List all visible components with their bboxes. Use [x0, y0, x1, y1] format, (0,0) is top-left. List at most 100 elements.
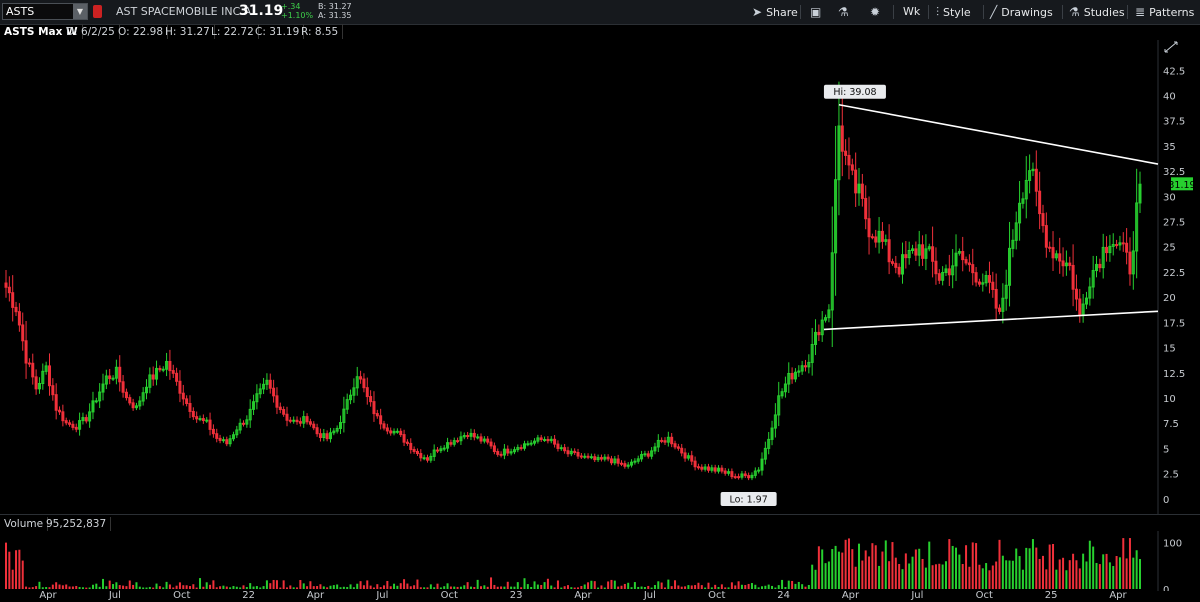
price-tick-label: 30	[1163, 192, 1176, 203]
candle-body	[683, 452, 687, 459]
time-axis[interactable]: Apr Jul Oct 22 Apr Jul Oct 23 Apr Jul Oct 24 Apr Jul O…	[0, 588, 1200, 602]
candle-body	[506, 448, 510, 454]
candle-body	[987, 275, 991, 283]
candle-body	[706, 466, 710, 471]
volume-value: 95,252,837	[42, 517, 112, 531]
pane-divider[interactable]	[0, 514, 1200, 515]
volume-bar	[904, 553, 907, 589]
candle-body	[272, 387, 276, 397]
candle-body	[680, 447, 684, 454]
candle-body	[991, 281, 995, 290]
candle-body	[696, 466, 700, 469]
candle-body	[211, 428, 215, 435]
volume-bar	[1122, 538, 1125, 589]
price-tick-label: 0	[1163, 495, 1169, 506]
candle-body	[971, 264, 975, 274]
volume-bar	[11, 569, 14, 589]
candle-body	[288, 419, 292, 422]
low-label-text: Lo: 1.97	[729, 495, 767, 506]
candle-body	[496, 451, 500, 455]
gear-icon: ✹	[870, 5, 881, 19]
aggregation-button[interactable]: Wk	[903, 4, 920, 20]
candle-body	[405, 441, 409, 444]
candle-body	[543, 439, 547, 442]
candle-body	[58, 409, 62, 413]
chevron-down-icon[interactable]: ▼	[73, 4, 87, 19]
candle-body	[492, 445, 496, 453]
share-button[interactable]: ➤ Share	[752, 4, 798, 20]
candle-body	[860, 183, 864, 199]
patterns-label: Patterns	[1149, 6, 1195, 19]
volume-bar	[951, 545, 954, 589]
candle-body	[188, 402, 192, 412]
volume-bar	[1132, 557, 1135, 589]
time-tick-label: Jul	[108, 590, 121, 601]
candle-body	[897, 266, 901, 275]
candle-body	[278, 406, 282, 411]
candle-body	[399, 430, 403, 436]
candle-body	[472, 432, 476, 438]
candle-body	[609, 458, 613, 464]
volume-bar	[871, 543, 874, 589]
volume-bar	[864, 550, 867, 589]
candle-body	[315, 427, 319, 435]
candle-body	[556, 443, 560, 449]
volume-bar	[824, 563, 827, 589]
candle-body	[529, 442, 533, 445]
volume-bar	[901, 569, 904, 589]
volume-bar	[1052, 543, 1055, 589]
candle-body	[1041, 213, 1045, 227]
patterns-button[interactable]: ≣ Patterns	[1135, 4, 1194, 20]
volume-bar	[1112, 566, 1115, 589]
settings-button[interactable]: ✹	[870, 4, 884, 20]
volume-bar	[988, 570, 991, 589]
change-percent: +1.10%	[281, 11, 314, 20]
candle-body	[161, 368, 165, 371]
candle-body	[1051, 247, 1055, 259]
low-label: Lo: 1.97	[720, 492, 777, 507]
candle-body	[1048, 246, 1052, 249]
candle-body	[967, 262, 971, 266]
candle-body	[275, 395, 279, 408]
candle-body	[181, 392, 185, 400]
studies-button[interactable]: ⚗ Studies	[1069, 4, 1125, 20]
candle-body	[844, 150, 848, 156]
candle-body	[559, 447, 563, 450]
volume-bar	[965, 545, 968, 589]
candle-body	[1058, 253, 1062, 262]
volume-chart[interactable]: 0100	[0, 531, 1200, 591]
candle-body	[118, 366, 122, 383]
candle-body	[663, 440, 667, 443]
drawings-button[interactable]: ╱ Drawings	[990, 4, 1053, 20]
volume-bar	[955, 547, 958, 589]
time-tick-label: Apr	[1109, 590, 1127, 601]
volume-bar	[851, 549, 854, 589]
candle-body	[218, 437, 222, 441]
link-icon[interactable]	[93, 5, 102, 18]
volume-bar	[1078, 568, 1081, 589]
candle-body	[325, 433, 329, 440]
symbol-input[interactable]: ASTS ▼	[2, 3, 88, 20]
volume-bar	[1075, 560, 1078, 589]
style-button[interactable]: ⫶ Style	[936, 4, 971, 20]
candle-body	[931, 246, 935, 262]
candle-body	[803, 365, 807, 368]
candle-body	[817, 331, 821, 336]
volume-bar	[1058, 559, 1061, 589]
high-label-text: Hi: 39.08	[833, 87, 876, 98]
candle-body	[961, 251, 965, 261]
candle-body	[489, 441, 493, 447]
candle-body	[215, 433, 219, 439]
candle-body	[422, 457, 426, 460]
price-tick-label: 32.5	[1163, 167, 1185, 178]
candle-body	[526, 443, 530, 446]
last-price: 31.19	[239, 3, 284, 19]
layout-button[interactable]: ▣	[810, 4, 825, 20]
symbol-text: ASTS	[6, 5, 35, 18]
price-chart[interactable]: 0 2.5 5 7.5 10 12.5 15 17.5 20 22.5 25 27.5 30 32.5 35…	[0, 40, 1200, 514]
candle-body	[379, 415, 383, 425]
candle-body	[442, 447, 446, 450]
flask-button[interactable]: ⚗	[838, 4, 853, 20]
candle-body	[124, 391, 128, 399]
candle-body	[111, 377, 115, 380]
